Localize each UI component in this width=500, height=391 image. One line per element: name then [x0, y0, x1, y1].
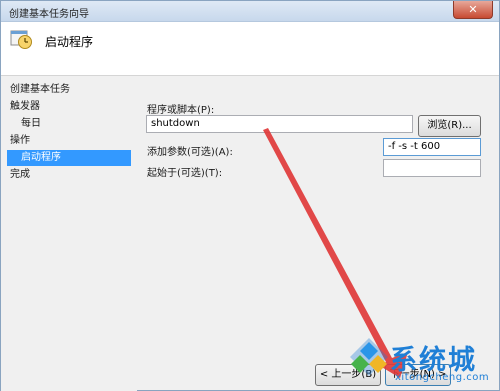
watermark-url: xitongcheng.com: [395, 372, 490, 383]
watermark-logo: 系统城 xitongcheng.com: [348, 330, 498, 390]
watermark-mark-icon: [350, 338, 388, 376]
